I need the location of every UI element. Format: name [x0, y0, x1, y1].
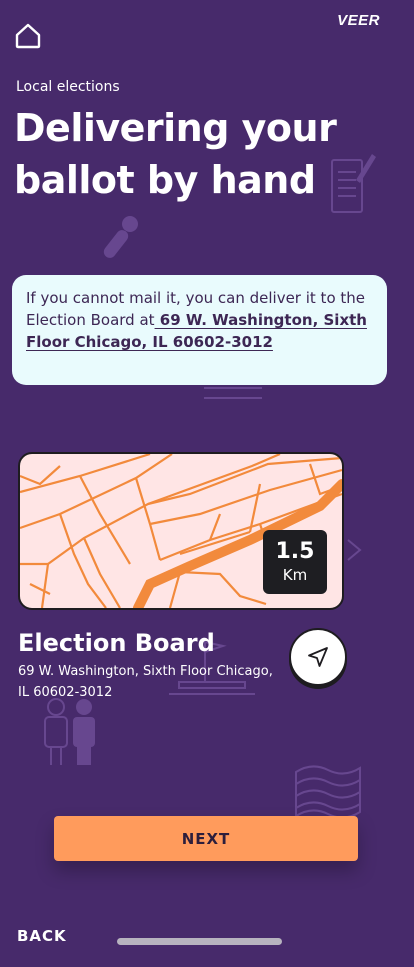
podium-decoration-icon: [204, 387, 262, 399]
people-decoration-icon: [44, 698, 95, 765]
microphone-decoration-icon: [103, 216, 138, 258]
distance-unit: Km: [282, 566, 308, 584]
waving-flag-decoration-icon: [295, 765, 361, 819]
brand-logo: VEER: [337, 12, 380, 29]
page-title: Delivering your ballot by hand: [14, 102, 344, 206]
navigate-button[interactable]: [289, 628, 347, 686]
back-button[interactable]: BACK: [17, 927, 67, 945]
page-title-line-1: Delivering your: [14, 106, 337, 150]
navigation-arrow-icon: [308, 647, 328, 667]
info-card: If you cannot mail it, you can deliver i…: [12, 275, 387, 385]
distance-badge: 1.5 Km: [263, 530, 327, 594]
page-title-line-2: ballot by hand: [14, 158, 316, 202]
map-view[interactable]: 1.5 Km: [18, 452, 344, 610]
section-eyebrow: Local elections: [16, 79, 120, 95]
chevron-decoration-icon: [347, 539, 362, 561]
place-address: 69 W. Washington, Sixth Floor Chicago, I…: [18, 664, 273, 700]
home-button[interactable]: [14, 22, 42, 50]
distance-value: 1.5: [275, 539, 315, 564]
next-button[interactable]: NEXT: [54, 816, 358, 861]
home-indicator[interactable]: [117, 938, 282, 945]
home-icon: [15, 23, 41, 49]
place-name: Election Board: [18, 629, 215, 657]
